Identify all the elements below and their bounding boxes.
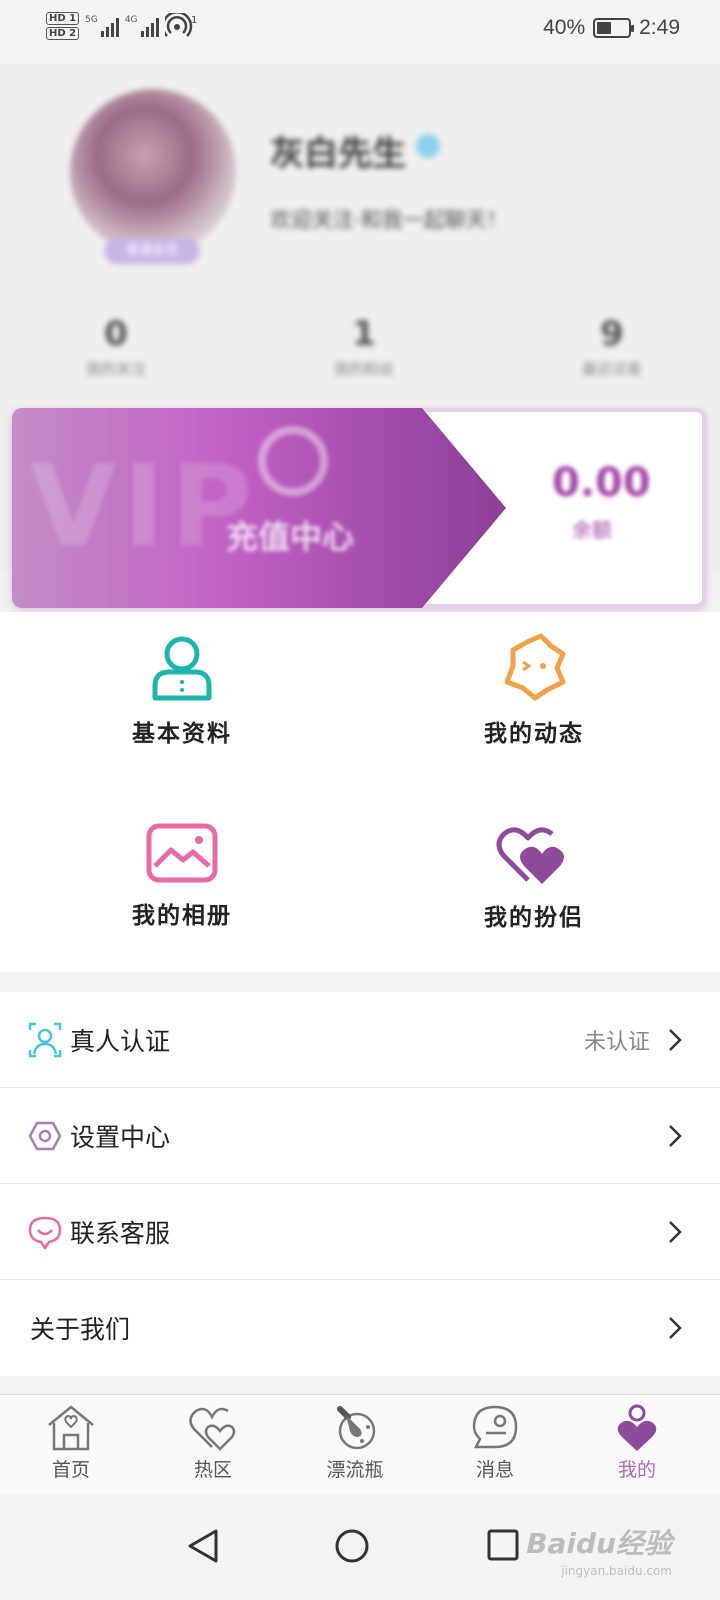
battery-icon (593, 18, 635, 38)
tab-label: 热区 (193, 1459, 232, 1481)
feature-label: 我的扮侣 (484, 905, 584, 931)
chevron-right-icon (669, 1317, 682, 1339)
recents-square-icon[interactable] (486, 1528, 520, 1562)
stat-label: 最近访客 (581, 360, 642, 378)
stat-value: 9 (600, 314, 624, 354)
home-circle-icon[interactable] (334, 1528, 370, 1564)
watermark-brand: Baidu经验 (526, 1527, 672, 1560)
face-verify-icon (28, 1022, 62, 1058)
chevron-right-icon (669, 1029, 682, 1051)
chevron-right-icon (669, 1125, 682, 1147)
user-profile-icon (152, 636, 212, 701)
hd-indicators: HD 1 HD 2 (46, 12, 80, 40)
stat-following[interactable]: 0 我的关注 (56, 314, 176, 379)
feature-grid: 基本资料 我的动态 我的相册 我的扮侣 (0, 612, 720, 972)
system-nav-bar: Baidu经验 jingyan.baidu.com (0, 1494, 720, 1600)
tab-home[interactable]: 首页 (16, 1403, 126, 1482)
me-icon (617, 1404, 657, 1451)
balance-value: 0.00 (552, 460, 651, 506)
watermark-url: jingyan.baidu.com (561, 1564, 672, 1578)
signal-5g-icon: 5G (85, 15, 119, 37)
vip-banner: VIP 充值中心 (12, 408, 506, 608)
status-left: HD 1 HD 2 5G 4G 1 (46, 12, 199, 40)
battery-percent: 40% (543, 16, 586, 39)
feature-label: 我的相册 (132, 903, 232, 929)
stat-label: 我的关注 (85, 360, 146, 378)
status-bar: HD 1 HD 2 5G 4G 1 40% 2:49 (0, 0, 720, 64)
bio: 欢迎关注·和我一起聊天！ (270, 208, 508, 232)
baidu-watermark: Baidu经验 jingyan.baidu.com (526, 1522, 672, 1578)
hotspot-count: 1 (191, 15, 197, 26)
feature-my-partner[interactable]: 我的扮侣 (424, 822, 644, 932)
settings-list: 真人认证 未认证 设置中心 联系客服 关于我们 (0, 992, 720, 1376)
stat-fans[interactable]: 1 我的粉丝 (304, 314, 424, 379)
vip-recharge-card[interactable]: VIP 充值中心 0.00 余额 (12, 408, 706, 608)
member-badge: 普通会员 (104, 238, 200, 264)
hd1-badge: HD 1 (46, 12, 80, 25)
hot-heart-icon (189, 1407, 236, 1451)
status-right: 40% 2:49 (543, 16, 680, 40)
tab-label: 消息 (475, 1459, 514, 1481)
album-icon (146, 823, 218, 883)
chevron-right-icon (669, 1221, 682, 1243)
tab-me[interactable]: 我的 (582, 1403, 692, 1482)
clock: 2:49 (639, 16, 680, 39)
drift-bottle-icon (337, 1406, 376, 1450)
feature-label: 我的动态 (484, 721, 584, 747)
feature-my-dynamic[interactable]: 我的动态 (424, 632, 644, 748)
stat-visitors[interactable]: 9 最近访客 (552, 314, 672, 379)
verify-status: 未认证 (583, 1030, 650, 1055)
hotspot-icon: 1 (164, 13, 197, 37)
avatar[interactable] (70, 89, 236, 255)
bottom-tab-bar: 首页 热区 漂流瓶 消息 我的 (0, 1394, 720, 1494)
couple-heart-icon (496, 827, 564, 884)
balance-label: 余额 (572, 518, 612, 542)
back-icon[interactable] (186, 1528, 220, 1564)
list-item-label: 联系客服 (70, 1219, 171, 1248)
feature-basic-info[interactable]: 基本资料 (72, 632, 292, 748)
verified-icon (416, 134, 440, 158)
list-item-label: 真人认证 (70, 1027, 171, 1056)
tab-label: 我的 (617, 1459, 656, 1481)
list-item-settings[interactable]: 设置中心 (0, 1088, 720, 1184)
stat-label: 我的粉丝 (333, 360, 394, 378)
nickname: 灰白先生 (270, 134, 406, 174)
stat-value: 0 (104, 314, 128, 354)
feature-my-album[interactable]: 我的相册 (72, 822, 292, 930)
customer-service-icon (28, 1216, 62, 1250)
tab-label: 首页 (51, 1459, 90, 1481)
tab-hot[interactable]: 热区 (158, 1403, 268, 1482)
home-icon (48, 1405, 94, 1451)
list-item-customer-service[interactable]: 联系客服 (0, 1184, 720, 1280)
tab-messages[interactable]: 消息 (440, 1403, 550, 1482)
settings-hexagon-icon (28, 1121, 62, 1151)
tab-drift-bottle[interactable]: 漂流瓶 (300, 1403, 410, 1482)
vip-watermark: VIP (30, 442, 259, 572)
message-icon (472, 1405, 518, 1449)
list-item-real-verify[interactable]: 真人认证 未认证 (0, 992, 720, 1088)
list-item-label: 关于我们 (30, 1315, 131, 1344)
vip-ring-icon (258, 426, 328, 496)
dynamic-face-icon (504, 633, 566, 701)
tab-label: 漂流瓶 (326, 1459, 384, 1481)
signal-4g-icon: 4G (125, 15, 159, 37)
list-item-about-us[interactable]: 关于我们 (0, 1280, 720, 1376)
recharge-center-title: 充值中心 (226, 518, 355, 556)
feature-label: 基本资料 (132, 721, 232, 747)
hd2-badge: HD 2 (46, 27, 80, 40)
list-item-label: 设置中心 (70, 1123, 171, 1152)
stat-value: 1 (352, 314, 376, 354)
